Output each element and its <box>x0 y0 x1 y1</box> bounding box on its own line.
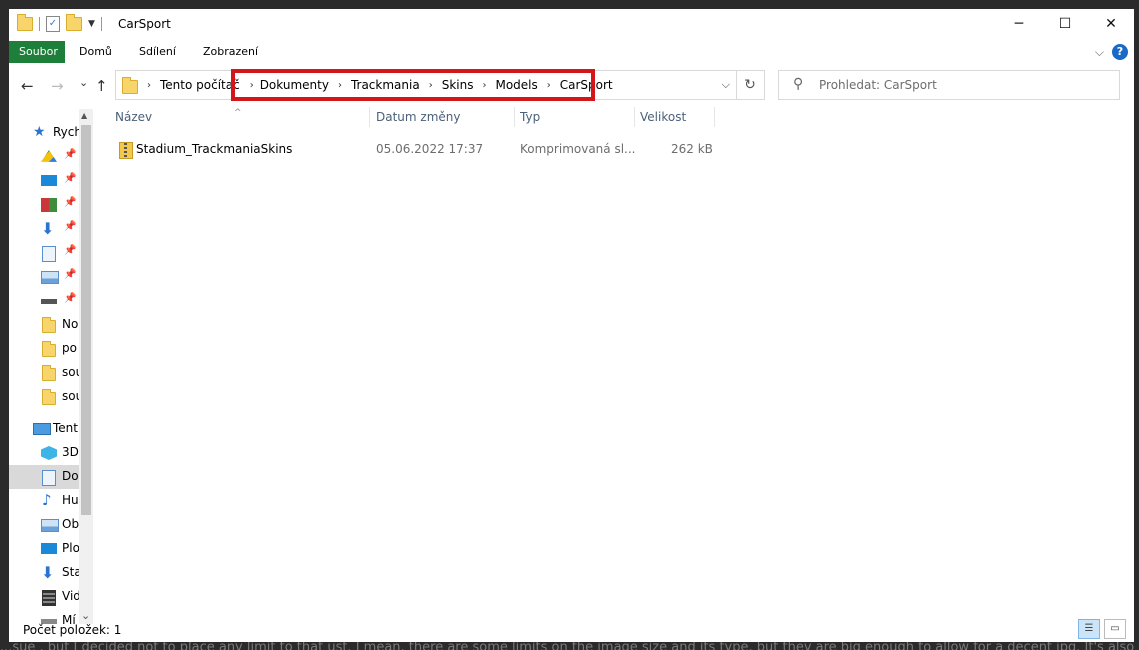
properties-icon[interactable]: ✓ <box>46 16 60 32</box>
sidebar-item-sou-2[interactable]: sou <box>9 385 83 409</box>
tab-sdileni[interactable]: Sdílení <box>131 41 184 63</box>
address-row: ← → ⌄ ↑ › Tento počítač › Dokumenty › Tr… <box>9 67 1134 101</box>
file-row[interactable]: Stadium_TrackmaniaSkins 05.06.2022 17:37… <box>109 139 729 161</box>
chevron-right-icon[interactable]: › <box>147 80 151 91</box>
expand-ribbon-icon[interactable]: ⌵ <box>1095 45 1104 60</box>
folder-icon <box>122 76 138 94</box>
desktop-icon <box>41 543 57 554</box>
drive-icon <box>41 150 57 162</box>
sidebar-item-desktop[interactable]: 📌 <box>9 169 79 193</box>
sidebar-item-photos[interactable]: 📌 <box>9 193 79 217</box>
scrollbar-thumb[interactable] <box>81 125 91 515</box>
title-bar: ✓ ▼ CarSport ─ ☐ ✕ <box>9 9 1134 41</box>
tab-soubor[interactable]: Soubor <box>9 41 65 63</box>
help-icon[interactable]: ? <box>1112 44 1128 60</box>
address-dropdown-icon[interactable]: ⌵ <box>722 78 730 92</box>
sidebar-item-local-disk[interactable]: Mí <box>9 609 79 624</box>
photos-icon <box>41 198 57 212</box>
quick-access-toolbar: ✓ ▼ <box>17 14 102 32</box>
sidebar-item-downloads-pc[interactable]: ⬇ Sta <box>9 561 82 585</box>
column-header-name[interactable]: Název ^ <box>109 105 369 129</box>
search-placeholder: Prohledat: CarSport <box>819 78 937 92</box>
up-button[interactable]: ↑ <box>95 77 108 95</box>
large-icons-view-button[interactable]: ▭ <box>1104 619 1126 639</box>
details-view-button[interactable]: ☰ <box>1078 619 1100 639</box>
forward-button[interactable]: → <box>51 77 64 95</box>
sidebar-item-pictures-pc[interactable]: Ob <box>9 513 79 537</box>
recent-locations-button[interactable]: ⌄ <box>79 76 88 89</box>
scroll-down-icon[interactable]: ⌄ <box>81 609 90 622</box>
sync-folder-icon <box>42 389 56 405</box>
scroll-up-icon[interactable]: ▲ <box>81 111 87 120</box>
pin-icon[interactable]: 📌 <box>64 245 76 256</box>
file-type: Komprimovaná sl... <box>520 142 636 156</box>
status-bar-text: Počet položek: 1 <box>23 623 122 637</box>
sidebar-item-this-pc[interactable]: Tent <box>9 417 79 441</box>
sidebar-item-music[interactable]: ♪ Hu <box>9 489 79 513</box>
column-header-size[interactable]: Velikost <box>634 105 714 129</box>
star-icon: ★ <box>33 124 46 140</box>
file-size: 262 kB <box>671 142 713 156</box>
file-name: Stadium_TrackmaniaSkins <box>136 142 293 156</box>
window-title: CarSport <box>118 17 171 31</box>
minimize-button[interactable]: ─ <box>996 9 1042 39</box>
tab-domu[interactable]: Domů <box>71 41 120 63</box>
sidebar-item-downloads[interactable]: ⬇ 📌 <box>9 217 79 241</box>
sync-folder-icon <box>42 365 56 381</box>
sidebar-item-quick-access[interactable]: ★ Rych <box>9 121 82 145</box>
magnifier-icon: ⚲ <box>793 76 804 92</box>
document-icon <box>42 246 56 262</box>
column-header-type[interactable]: Typ <box>514 105 634 129</box>
tab-zobrazeni[interactable]: Zobrazení <box>195 41 266 63</box>
sort-ascending-icon: ^ <box>234 108 242 118</box>
pin-icon[interactable]: 📌 <box>64 149 76 160</box>
folder-icon <box>17 14 33 31</box>
document-icon <box>42 470 56 486</box>
drive-bar-icon <box>41 299 57 304</box>
customize-toolbar-icon[interactable]: ▼ <box>88 19 95 29</box>
file-explorer-window: ✓ ▼ CarSport ─ ☐ ✕ Soubor Domů Sdílení Z… <box>9 9 1134 642</box>
pictures-icon <box>41 271 59 284</box>
refresh-button[interactable]: ↻ <box>736 70 765 100</box>
sidebar-item-no[interactable]: No <box>9 313 79 337</box>
sidebar-item-drive[interactable]: 📌 <box>9 145 79 169</box>
folder-icon <box>42 317 56 333</box>
sidebar-item-documents-pc[interactable]: Do <box>9 465 79 489</box>
pin-icon[interactable]: 📌 <box>64 221 76 232</box>
download-icon: ⬇ <box>41 563 55 582</box>
sidebar-item-desktop-pc[interactable]: Plo <box>9 537 80 561</box>
sidebar-item-po[interactable]: po <box>9 337 79 361</box>
sidebar-item-documents[interactable]: 📌 <box>9 241 79 265</box>
sync-folder-icon <box>42 341 56 357</box>
file-date: 05.06.2022 17:37 <box>376 142 484 156</box>
video-icon <box>42 590 56 606</box>
pin-icon[interactable]: 📌 <box>64 173 76 184</box>
sidebar-item-sou-1[interactable]: sou <box>9 361 83 385</box>
search-input[interactable]: ⚲ Prohledat: CarSport <box>778 70 1120 100</box>
new-folder-icon[interactable] <box>66 14 82 31</box>
sidebar-item-videos[interactable]: Vid <box>9 585 81 609</box>
pin-icon[interactable]: 📌 <box>64 293 76 304</box>
download-icon: ⬇ <box>41 219 55 238</box>
back-button[interactable]: ← <box>21 77 34 95</box>
background-text: ...sue , but I decided not to place any … <box>0 642 1139 650</box>
pin-icon[interactable]: 📌 <box>64 269 76 280</box>
sidebar-item-drive-2[interactable]: 📌 <box>9 289 79 313</box>
zip-folder-icon <box>119 142 133 159</box>
path-highlight-box <box>231 69 595 101</box>
cube-icon <box>41 446 57 460</box>
ribbon: Soubor Domů Sdílení Zobrazení ⌵ ? <box>9 41 1134 63</box>
pictures-icon <box>41 519 59 532</box>
close-button[interactable]: ✕ <box>1088 9 1134 39</box>
sidebar-scrollbar[interactable]: ▲ ⌄ <box>79 109 93 624</box>
music-icon: ♪ <box>42 491 52 509</box>
pin-icon[interactable]: 📌 <box>64 197 76 208</box>
computer-icon <box>33 423 51 435</box>
sidebar-item-3d[interactable]: 3D <box>9 441 79 465</box>
sidebar-item-pictures[interactable]: 📌 <box>9 265 79 289</box>
desktop-icon <box>41 175 57 186</box>
maximize-button[interactable]: ☐ <box>1042 9 1088 39</box>
breadcrumb-tento-pocitac[interactable]: Tento počítač <box>160 78 240 92</box>
column-header-date[interactable]: Datum změny <box>370 105 514 129</box>
